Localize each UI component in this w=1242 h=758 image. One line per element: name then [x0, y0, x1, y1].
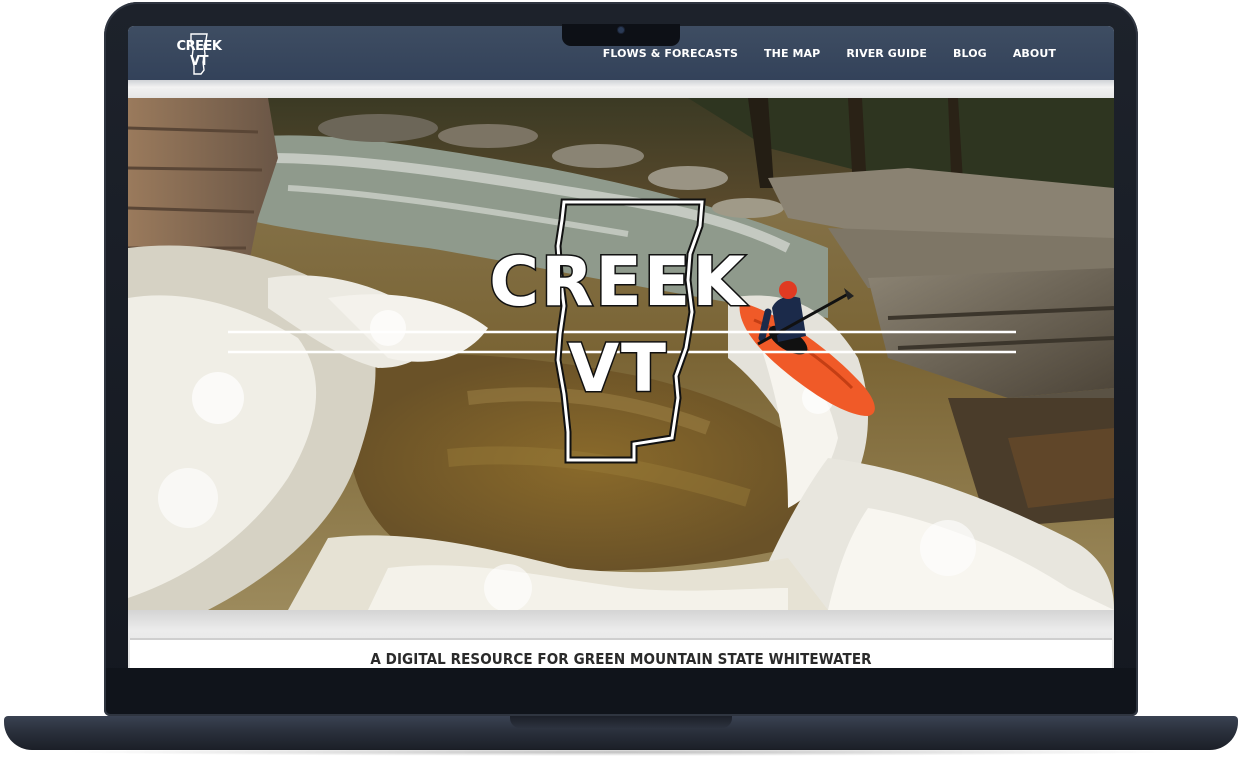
hero-logo-creek: CREEK	[488, 243, 747, 322]
hero-banner: CREEK VT	[128, 98, 1114, 610]
camera-icon	[618, 27, 624, 33]
nav-flows-forecasts[interactable]: FLOWS & FORECASTS	[603, 47, 738, 60]
camera-notch	[562, 24, 680, 46]
header-divider	[128, 80, 1114, 98]
laptop-hinge-groove	[510, 716, 732, 728]
tagline-heading: A DIGITAL RESOURCE FOR GREEN MOUNTAIN ST…	[370, 650, 872, 668]
logo-text-creek: CREEK	[176, 39, 222, 54]
tagline-panel: A DIGITAL RESOURCE FOR GREEN MOUNTAIN ST…	[130, 638, 1112, 668]
laptop-shadow	[60, 748, 1182, 756]
hero-logo: CREEK VT	[128, 98, 1114, 610]
nav-about[interactable]: ABOUT	[1013, 47, 1056, 60]
site-logo[interactable]: CREEK VT	[174, 32, 224, 76]
screen: CREEK VT FLOWS & FORECASTS THE MAP RIVER…	[128, 26, 1114, 668]
laptop-mockup: CREEK VT FLOWS & FORECASTS THE MAP RIVER…	[0, 0, 1242, 758]
laptop-bezel	[106, 668, 1136, 714]
nav-the-map[interactable]: THE MAP	[764, 47, 820, 60]
logo-text-vt: VT	[190, 54, 208, 69]
nav-blog[interactable]: BLOG	[953, 47, 987, 60]
hero-logo-vt: VT	[566, 330, 669, 407]
tagline-section: A DIGITAL RESOURCE FOR GREEN MOUNTAIN ST…	[128, 610, 1114, 668]
nav-river-guide[interactable]: RIVER GUIDE	[846, 47, 927, 60]
